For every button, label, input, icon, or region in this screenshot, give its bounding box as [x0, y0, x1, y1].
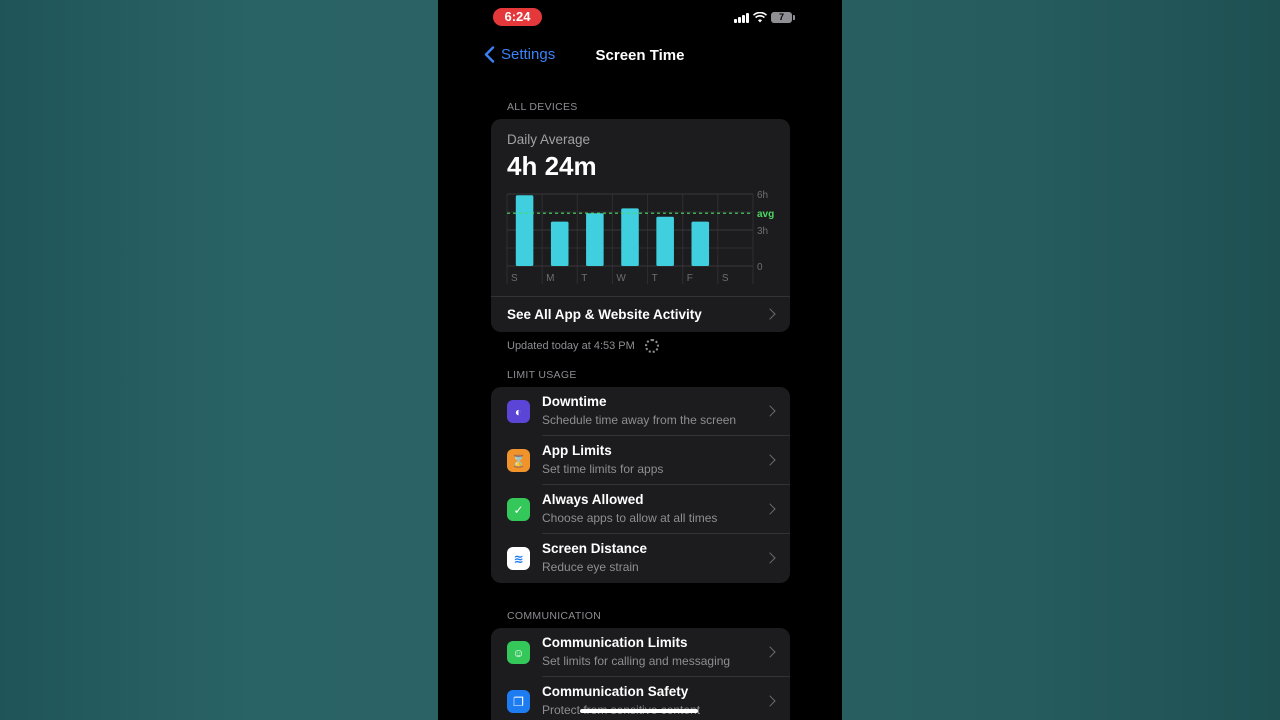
see-all-activity-row[interactable]: See All App & Website Activity	[491, 296, 790, 332]
loading-spinner-icon	[644, 339, 659, 353]
y-tick-label: 0	[757, 262, 763, 273]
y-tick-label: 6h	[757, 190, 768, 201]
chevrons-up-icon: ≋	[507, 547, 530, 570]
x-tick-label: F	[687, 273, 693, 284]
y-tick-label: 3h	[757, 226, 768, 237]
row-app-limits[interactable]: ⌛ App Limits Set time limits for apps	[491, 436, 790, 485]
bar	[550, 221, 569, 266]
row-title: App Limits	[542, 443, 612, 458]
x-tick-label: T	[652, 273, 658, 284]
bar	[691, 221, 710, 266]
chevron-right-icon	[764, 646, 776, 658]
row-title: Downtime	[542, 394, 607, 409]
section-header-communication: COMMUNICATION	[507, 610, 602, 622]
row-subtitle: Set time limits for apps	[542, 462, 664, 476]
phone-screen: 6:24 7 Settings Screen Time ALL DEVICES …	[438, 0, 842, 720]
cellular-signal-icon	[734, 12, 749, 23]
chevron-right-icon	[764, 308, 776, 320]
row-subtitle: Reduce eye strain	[542, 560, 639, 574]
row-subtitle: Set limits for calling and messaging	[542, 654, 731, 668]
hourglass-icon: ⌛	[507, 449, 530, 472]
row-screen-distance[interactable]: ≋ Screen Distance Reduce eye strain	[491, 534, 790, 583]
row-subtitle: Schedule time away from the screen	[542, 413, 737, 427]
section-header-limit-usage: LIMIT USAGE	[507, 369, 577, 381]
usage-bar-chart: 0 3h 6h S M T W T F Savg	[506, 190, 774, 284]
section-header-all-devices: ALL DEVICES	[507, 101, 578, 113]
row-title: Always Allowed	[542, 492, 644, 507]
x-tick-label: S	[722, 273, 729, 284]
chevron-right-icon	[764, 552, 776, 564]
chevron-right-icon	[764, 695, 776, 707]
row-communication-limits[interactable]: ☺ Communication Limits Set limits for ca…	[491, 628, 790, 677]
chat-bubbles-icon: ❐	[507, 690, 530, 713]
x-tick-label: T	[581, 273, 587, 284]
x-tick-label: S	[511, 273, 518, 284]
row-subtitle: Choose apps to allow at all times	[542, 511, 718, 525]
see-all-activity-label: See All App & Website Activity	[507, 307, 702, 322]
row-title: Communication Safety	[542, 684, 689, 699]
row-title: Communication Limits	[542, 635, 688, 650]
home-indicator[interactable]	[580, 709, 698, 713]
checkmark-shield-icon: ✓	[507, 498, 530, 521]
chevron-right-icon	[764, 454, 776, 466]
x-tick-label: M	[546, 273, 554, 284]
chevron-right-icon	[764, 503, 776, 515]
bar	[656, 216, 674, 266]
bar	[515, 195, 534, 266]
updated-status: Updated today at 4:53 PM	[507, 339, 659, 353]
bar	[586, 213, 604, 266]
x-tick-label: W	[616, 273, 626, 284]
status-indicators: 7	[734, 12, 795, 23]
status-time: 6:24	[493, 8, 542, 26]
communication-card: ☺ Communication Limits Set limits for ca…	[491, 628, 790, 720]
row-downtime[interactable]: ◐ Downtime Schedule time away from the s…	[491, 387, 790, 436]
person-circle-icon: ☺	[507, 641, 530, 664]
page-title: Screen Time	[595, 47, 685, 64]
row-always-allowed[interactable]: ✓ Always Allowed Choose apps to allow at…	[491, 485, 790, 534]
wifi-icon	[753, 12, 767, 23]
row-title: Screen Distance	[542, 541, 648, 556]
limit-usage-card: ◐ Downtime Schedule time away from the s…	[491, 387, 790, 583]
bar	[621, 208, 639, 266]
average-label: avg	[757, 209, 774, 220]
chevron-right-icon	[764, 405, 776, 417]
row-communication-safety[interactable]: ❐ Communication Safety Protect from sens…	[491, 677, 790, 720]
battery-icon: 7	[771, 12, 795, 23]
updated-text: Updated today at 4:53 PM	[507, 340, 635, 352]
moon-clock-icon: ◐	[507, 400, 530, 423]
daily-average-card: Daily Average 4h 24m 0 3h 6h S M T W T F Savg See…	[491, 119, 790, 332]
